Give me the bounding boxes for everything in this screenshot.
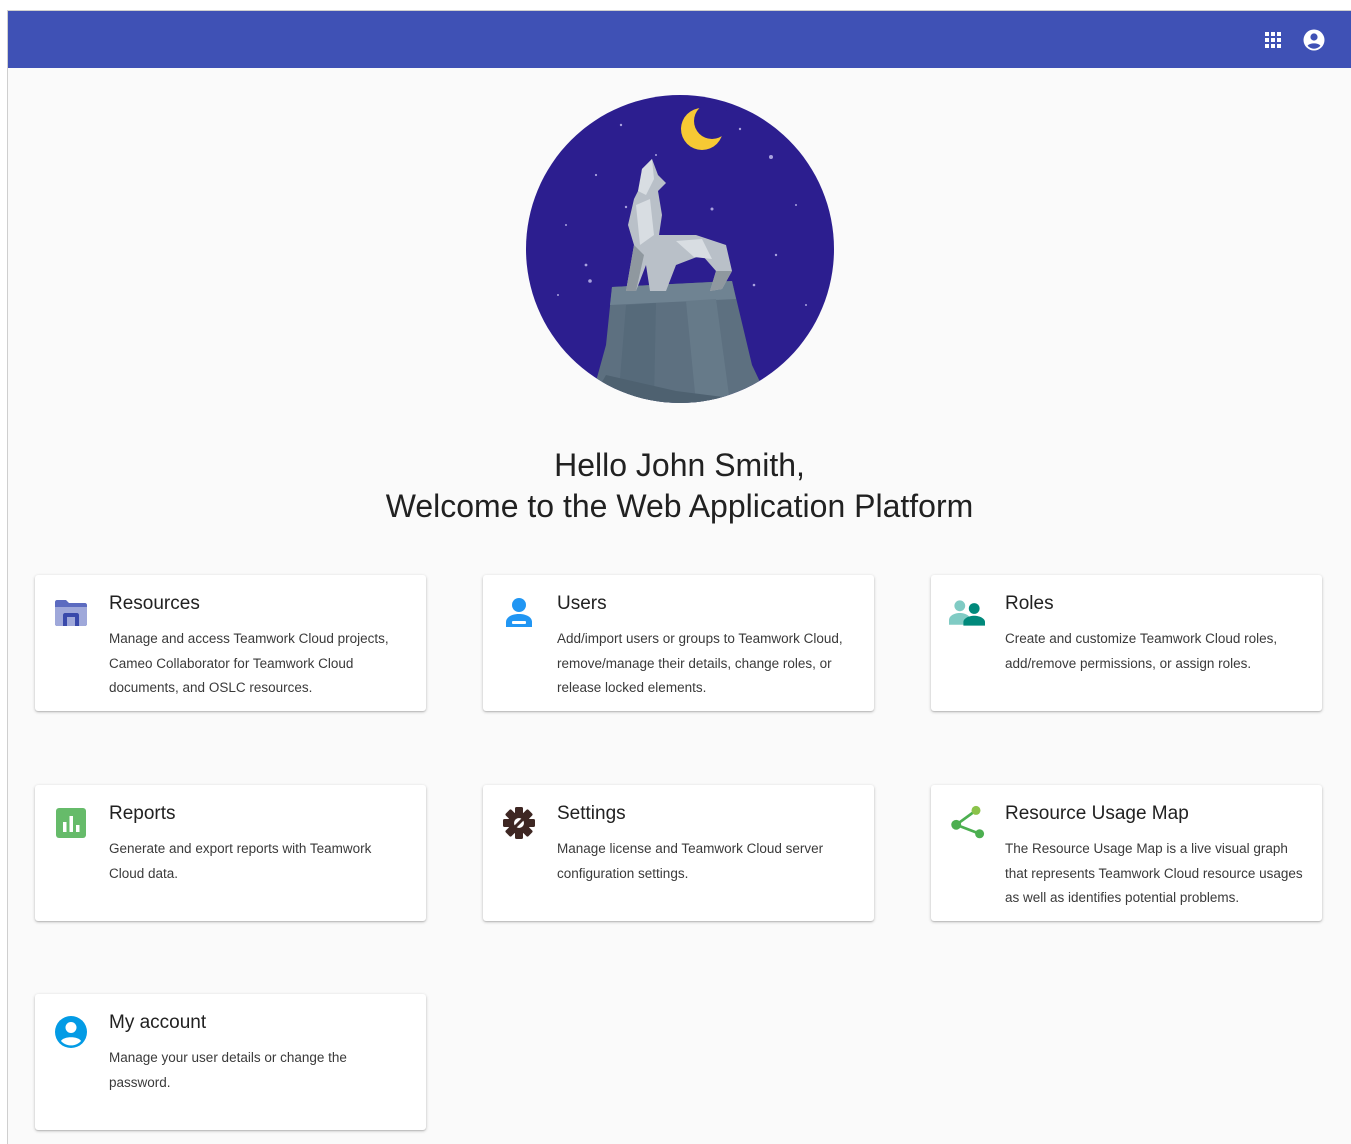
hero-illustration bbox=[526, 95, 834, 403]
card-title: Resource Usage Map bbox=[1005, 803, 1189, 824]
bar-chart-icon bbox=[53, 805, 89, 841]
card-users[interactable]: Users Add/import users or groups to Team… bbox=[483, 575, 874, 711]
account-circle-icon bbox=[53, 1014, 89, 1050]
user-icon bbox=[501, 595, 537, 631]
account-menu-button[interactable] bbox=[1301, 27, 1327, 53]
card-title: Users bbox=[557, 593, 607, 614]
card-title: Reports bbox=[109, 803, 176, 824]
folder-icon bbox=[53, 595, 89, 631]
card-title: My account bbox=[109, 1012, 207, 1033]
account-circle-icon bbox=[1303, 29, 1325, 51]
card-reports[interactable]: Reports Generate and export reports with… bbox=[35, 785, 426, 921]
card-description: Manage and access Teamwork Cloud project… bbox=[109, 631, 389, 695]
card-my-account[interactable]: My account Manage your user details or c… bbox=[35, 994, 426, 1130]
card-roles[interactable]: Roles Create and customize Teamwork Clou… bbox=[931, 575, 1322, 711]
greeting-welcome: Welcome to the Web Application Platform bbox=[385, 488, 974, 524]
top-app-bar bbox=[8, 11, 1351, 68]
grid-apps-icon bbox=[1265, 32, 1281, 48]
share-graph-icon bbox=[949, 805, 985, 841]
greeting-name: Hello John Smith, bbox=[554, 447, 805, 483]
howling-wolf-illustration bbox=[526, 95, 834, 403]
card-description: Add/import users or groups to Teamwork C… bbox=[557, 631, 843, 695]
card-resource-usage-map[interactable]: Resource Usage Map The Resource Usage Ma… bbox=[931, 785, 1322, 921]
card-description: Manage license and Teamwork Cloud server… bbox=[557, 841, 824, 881]
card-description: Manage your user details or change the p… bbox=[109, 1050, 347, 1090]
card-title: Roles bbox=[1005, 593, 1054, 614]
gear-icon bbox=[501, 805, 537, 841]
apps-grid-button[interactable] bbox=[1260, 27, 1286, 53]
card-settings[interactable]: Settings Manage license and Teamwork Clo… bbox=[483, 785, 874, 921]
card-title: Resources bbox=[109, 593, 200, 614]
card-description: Generate and export reports with Teamwor… bbox=[109, 841, 372, 881]
card-description: The Resource Usage Map is a live visual … bbox=[1005, 841, 1303, 905]
people-icon bbox=[949, 595, 985, 631]
welcome-greeting: Hello John Smith, Welcome to the Web App… bbox=[8, 445, 1351, 527]
card-resources[interactable]: Resources Manage and access Teamwork Clo… bbox=[35, 575, 426, 711]
card-title: Settings bbox=[557, 803, 626, 824]
card-description: Create and customize Teamwork Cloud role… bbox=[1005, 631, 1278, 671]
app-window: Hello John Smith, Welcome to the Web App… bbox=[7, 10, 1351, 1144]
